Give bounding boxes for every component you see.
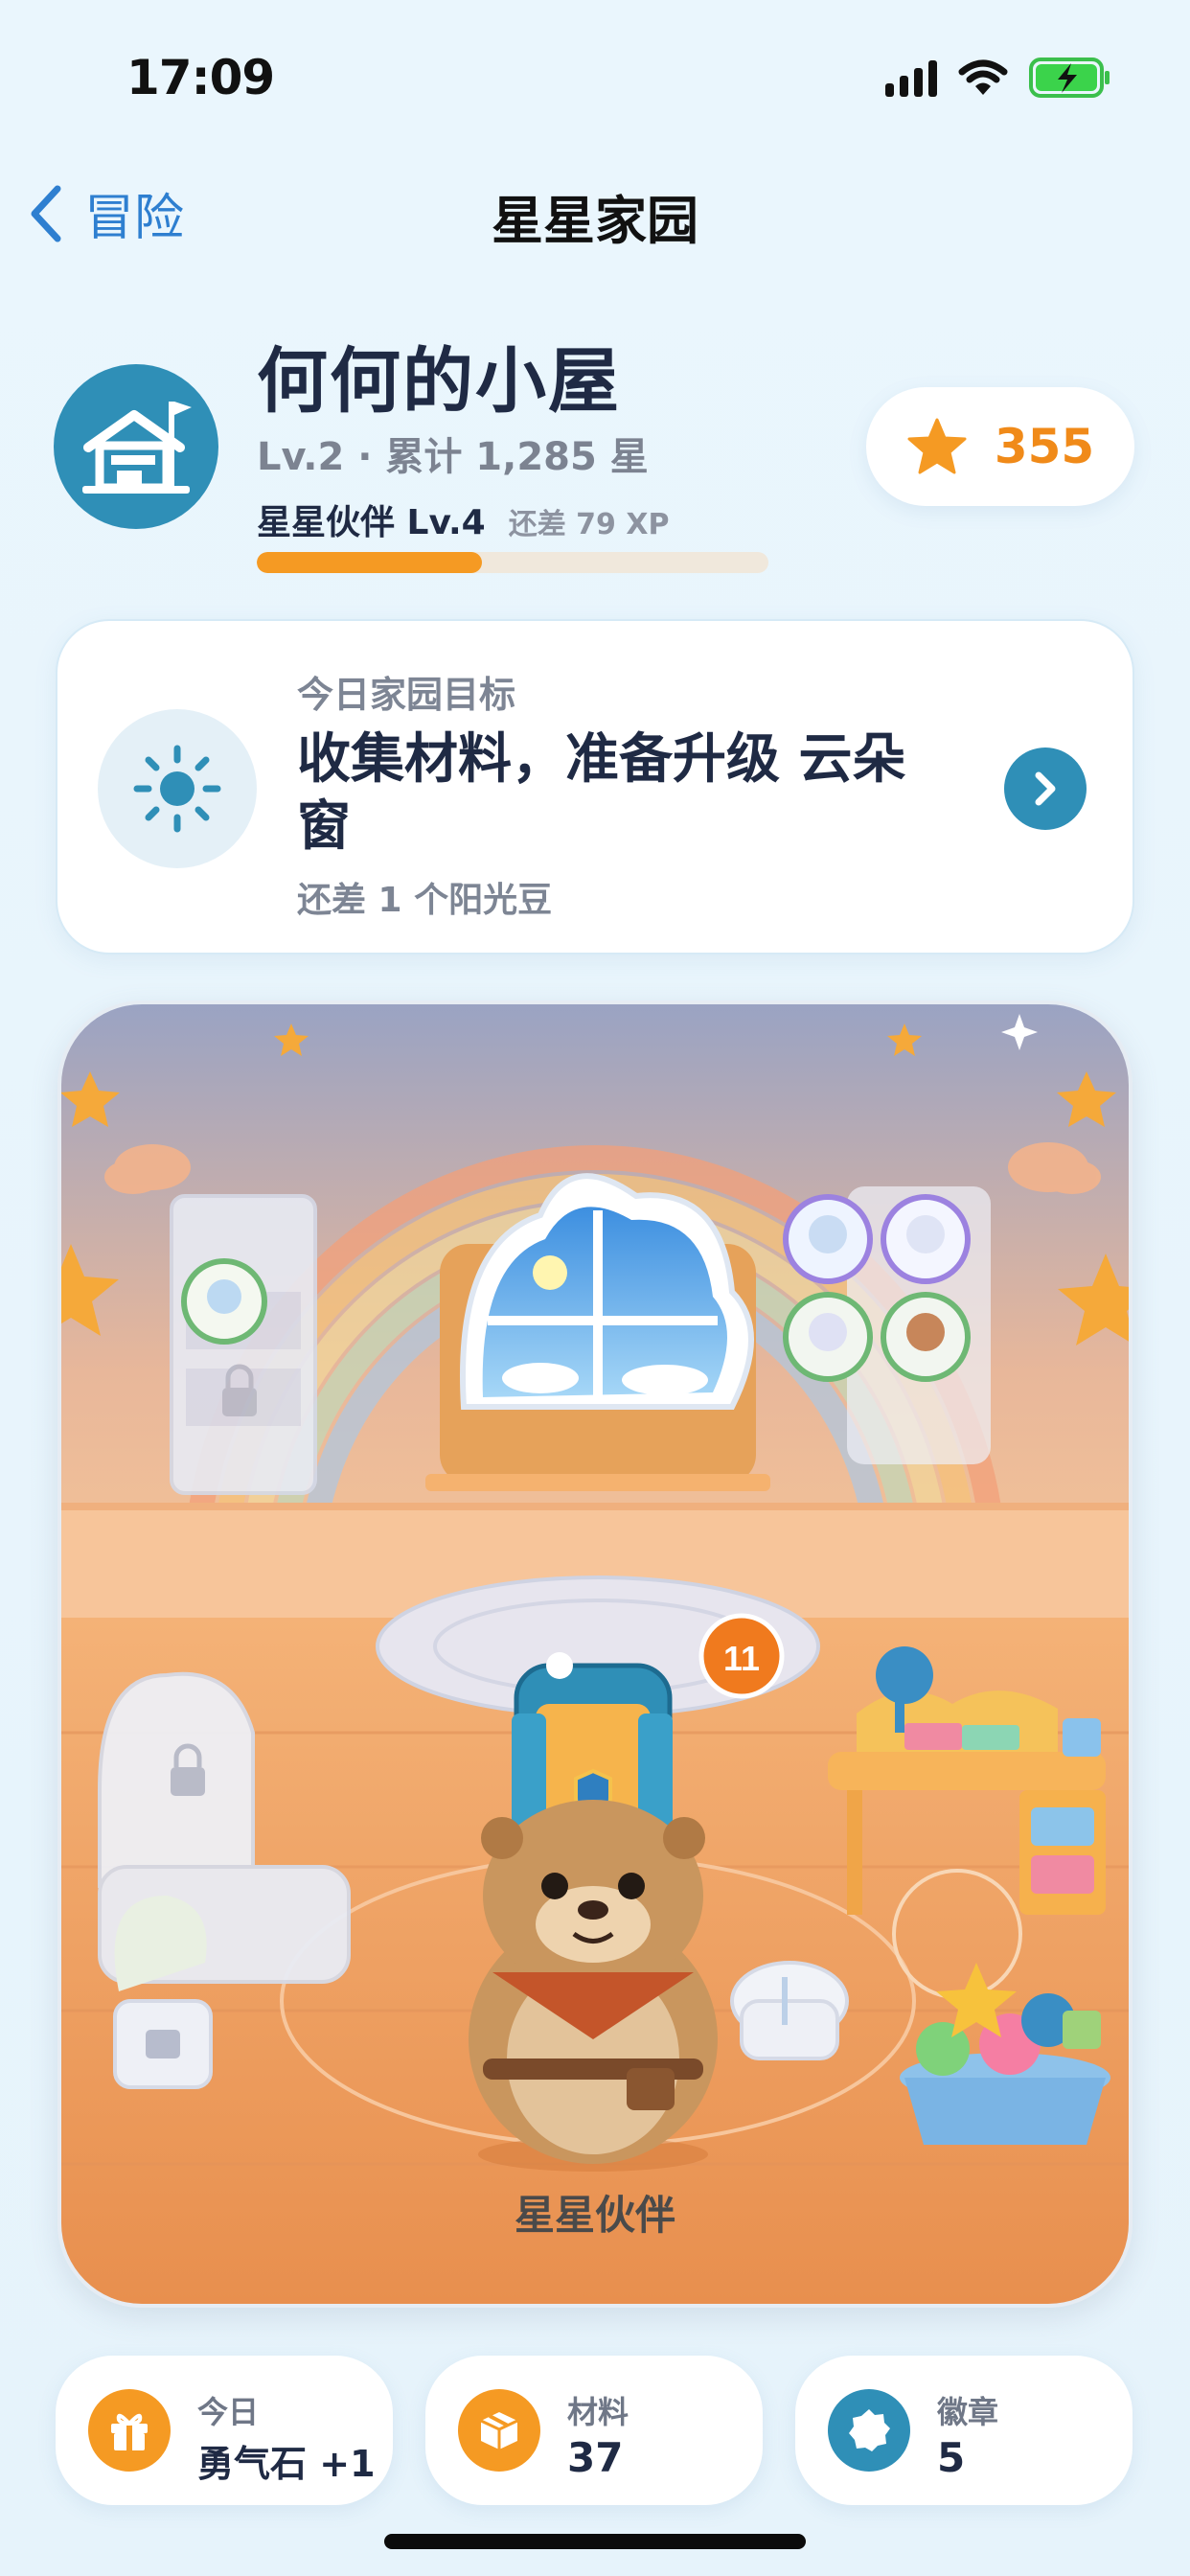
stat-materials-value: 37: [567, 2434, 624, 2481]
home-indicator[interactable]: [384, 2534, 806, 2549]
locked-bookshelf: [170, 1194, 317, 1495]
status-time: 17:09: [126, 50, 275, 105]
stat-today-value: 勇气石 +1: [197, 2443, 376, 2485]
goal-remaining: 还差 1 个阳光豆: [297, 881, 553, 920]
daily-goal-card[interactable]: 今日家园目标 收集材料，准备升级 云朵窗 还差 1 个阳光豆: [56, 619, 1134, 954]
stat-badges-value: 5: [937, 2434, 966, 2481]
house-name: 何何的小屋: [257, 340, 621, 423]
gift-icon: [88, 2389, 171, 2472]
home-avatar: [54, 364, 218, 529]
star-balance[interactable]: 355: [866, 387, 1134, 506]
star-icon: [907, 418, 967, 474]
stat-badges[interactable]: 徽章 5: [795, 2356, 1133, 2505]
chevron-right-icon: [1035, 771, 1056, 806]
stat-today-label: 今日: [197, 2394, 260, 2430]
locked-bowl: [730, 1961, 849, 2060]
room-illustration: 11: [61, 1004, 1129, 2304]
cellular-signal-icon: [885, 58, 937, 97]
sun-icon: [133, 745, 221, 833]
wifi-icon: [958, 59, 1008, 95]
goal-title: 收集材料，准备升级 云朵窗: [297, 728, 906, 858]
xp-progress-bar: [257, 552, 768, 573]
house-flag-icon: [82, 402, 192, 494]
goal-open-button[interactable]: [1004, 748, 1087, 830]
xp-remaining: 还差 79 XP: [508, 508, 670, 541]
star-count: 355: [994, 419, 1095, 474]
stat-badges-label: 徽章: [937, 2394, 999, 2430]
xp-progress-fill: [257, 552, 482, 573]
goal-icon-circle: [98, 709, 257, 868]
goal-label: 今日家园目标: [297, 674, 516, 716]
badge-icon: [828, 2389, 910, 2472]
partner-level-line: 星星伙伴 Lv.4 还差 79 XP: [257, 494, 670, 544]
partner-level: 星星伙伴 Lv.4: [257, 503, 486, 542]
page-title: 星星家园: [492, 191, 698, 251]
cabinet-badge-count: 11: [723, 1639, 760, 1678]
stat-materials[interactable]: 材料 37: [425, 2356, 763, 2505]
box-icon: [458, 2389, 540, 2472]
stat-today[interactable]: 今日 勇气石 +1: [56, 2356, 393, 2505]
partner-name-label: 星星伙伴: [514, 2192, 675, 2239]
room-scene: 11 星星伙伴: [57, 1000, 1133, 2308]
stat-materials-label: 材料: [567, 2394, 629, 2430]
star-partner-character: [469, 1800, 718, 2172]
status-icons: [885, 58, 1111, 98]
star-home-screen: 17:09 冒险 星星家园 何何的小屋 Lv.2 · 累计 1,285 星 星星…: [0, 0, 1190, 2576]
level-summary: Lv.2 · 累计 1,285 星: [257, 435, 649, 479]
battery-charging-icon: [1029, 58, 1110, 98]
